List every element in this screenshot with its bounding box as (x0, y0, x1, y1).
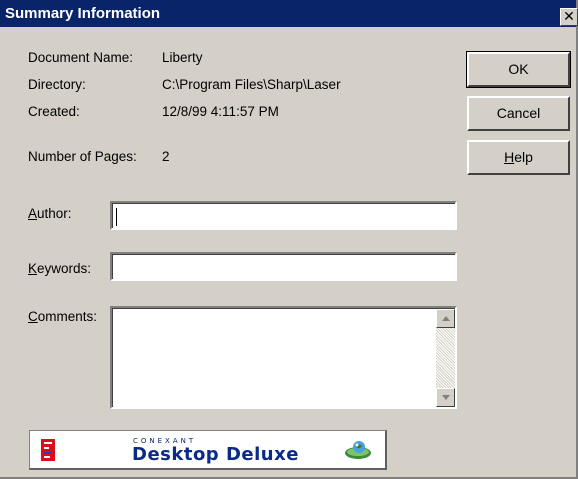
help-mnemonic: H (504, 149, 515, 165)
document-name-value: Liberty (162, 50, 203, 65)
title-bar[interactable]: Summary Information (0, 0, 576, 27)
text-caret (116, 208, 117, 226)
keywords-label-text: eywords: (37, 261, 92, 276)
dialog-title: Summary Information (5, 5, 161, 22)
author-mnemonic: A (28, 206, 38, 221)
author-field-well (112, 203, 455, 228)
keywords-label: Keywords: (28, 261, 91, 276)
author-label-text: uthor: (37, 206, 72, 221)
keywords-field-well (112, 254, 455, 279)
scroll-down-button[interactable] (436, 388, 455, 407)
ok-button[interactable]: OK (466, 51, 571, 88)
author-label: Author: (28, 206, 72, 221)
comments-textarea[interactable] (110, 306, 457, 409)
author-field[interactable] (110, 201, 457, 230)
comments-field-well (112, 308, 455, 407)
cancel-button-label: Cancel (496, 105, 541, 121)
created-value: 12/8/99 4:11:57 PM (162, 104, 279, 119)
ok-button-label: OK (508, 61, 529, 77)
document-name-label: Document Name: (28, 50, 134, 65)
keywords-mnemonic: K (28, 261, 38, 276)
keywords-field[interactable] (110, 252, 457, 281)
scroll-down-arrow-icon (442, 395, 450, 400)
scroll-up-button[interactable] (436, 309, 455, 328)
comments-label-text: omments: (37, 309, 98, 324)
directory-label: Directory: (28, 77, 86, 92)
document-app-icon (41, 439, 55, 461)
number-of-pages-label: Number of Pages: (28, 149, 137, 164)
comments-label: Comments: (28, 309, 97, 324)
scanner-globe-icon (345, 441, 371, 459)
cancel-button[interactable]: Cancel (467, 96, 570, 131)
help-button-label: elp (514, 149, 533, 165)
product-banner: CONEXANT Desktop Deluxe (29, 430, 387, 470)
directory-value: C:\Program Files\Sharp\Laser (162, 77, 341, 92)
close-icon: ✕ (563, 8, 575, 24)
comments-scrollbar[interactable] (436, 309, 455, 407)
created-label: Created: (28, 104, 80, 119)
help-button[interactable]: Help (467, 140, 570, 175)
product-name: Desktop Deluxe (132, 444, 299, 465)
close-button[interactable]: ✕ (560, 8, 578, 26)
number-of-pages-value: 2 (162, 149, 170, 164)
comments-mnemonic: C (28, 309, 38, 324)
summary-information-dialog: Summary Information ✕ Document Name: Lib… (0, 0, 578, 479)
scroll-up-arrow-icon (442, 316, 450, 321)
